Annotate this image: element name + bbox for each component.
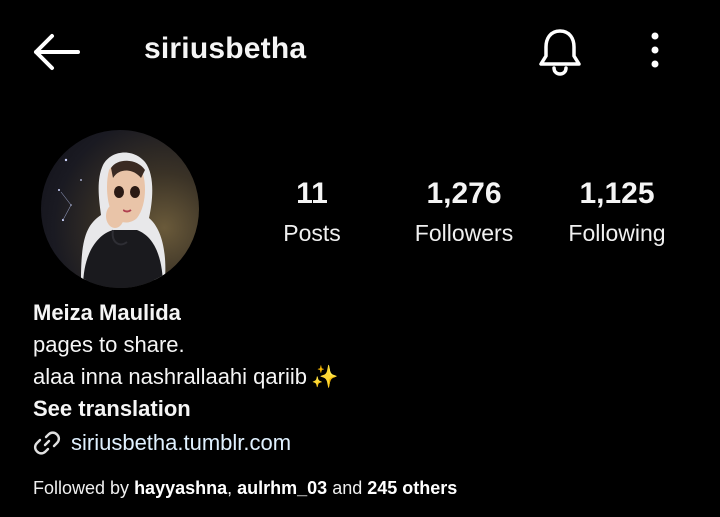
bio-line-2-text: alaa inna nashrallaahi qariib	[33, 364, 307, 389]
see-translation-button[interactable]: See translation	[33, 393, 191, 425]
profile-bio: Meiza Maulida pages to share. alaa inna …	[33, 297, 693, 461]
follower-aulrhm[interactable]: aulrhm_03	[237, 478, 327, 498]
followed-by-sep2: and	[327, 478, 368, 498]
profile-username: siriusbetha	[144, 32, 307, 65]
avatar-image	[58, 152, 166, 288]
sparkles-icon: ✨	[310, 364, 339, 389]
display-name: Meiza Maulida	[33, 300, 181, 325]
bio-link[interactable]: siriusbetha.tumblr.com	[33, 425, 693, 461]
followers-label: Followers	[414, 220, 514, 246]
bio-line-2: alaa inna nashrallaahi qariib ✨	[33, 361, 693, 393]
followed-by-text[interactable]: Followed by hayyashna, aulrhm_03 and 245…	[33, 478, 457, 499]
followed-by-prefix: Followed by	[33, 478, 135, 498]
profile-avatar[interactable]	[41, 130, 199, 288]
options-menu-button[interactable]	[640, 30, 670, 70]
bio-link-text: siriusbetha.tumblr.com	[71, 430, 292, 455]
followed-by-others[interactable]: 245 others	[367, 478, 457, 498]
top-bar: siriusbetha	[0, 0, 720, 100]
follower-hayyashna[interactable]: hayyashna	[134, 478, 227, 498]
posts-label: Posts	[283, 220, 341, 246]
following-stat[interactable]: 1,125 Following	[558, 176, 676, 248]
arrow-left-icon	[34, 34, 80, 70]
notifications-button[interactable]	[536, 26, 584, 76]
posts-count: 11	[296, 177, 328, 210]
bell-icon	[539, 29, 581, 76]
followed-by-sep1: ,	[227, 478, 238, 498]
link-icon	[33, 431, 61, 455]
back-button[interactable]	[30, 30, 82, 74]
more-vertical-icon	[651, 32, 659, 68]
posts-stat[interactable]: 11 Posts	[270, 176, 354, 248]
bio-line-1: pages to share.	[33, 332, 185, 357]
followers-count: 1,276	[426, 177, 502, 210]
followers-stat[interactable]: 1,276 Followers	[404, 176, 524, 248]
following-label: Following	[568, 220, 666, 246]
following-count: 1,125	[579, 177, 655, 210]
